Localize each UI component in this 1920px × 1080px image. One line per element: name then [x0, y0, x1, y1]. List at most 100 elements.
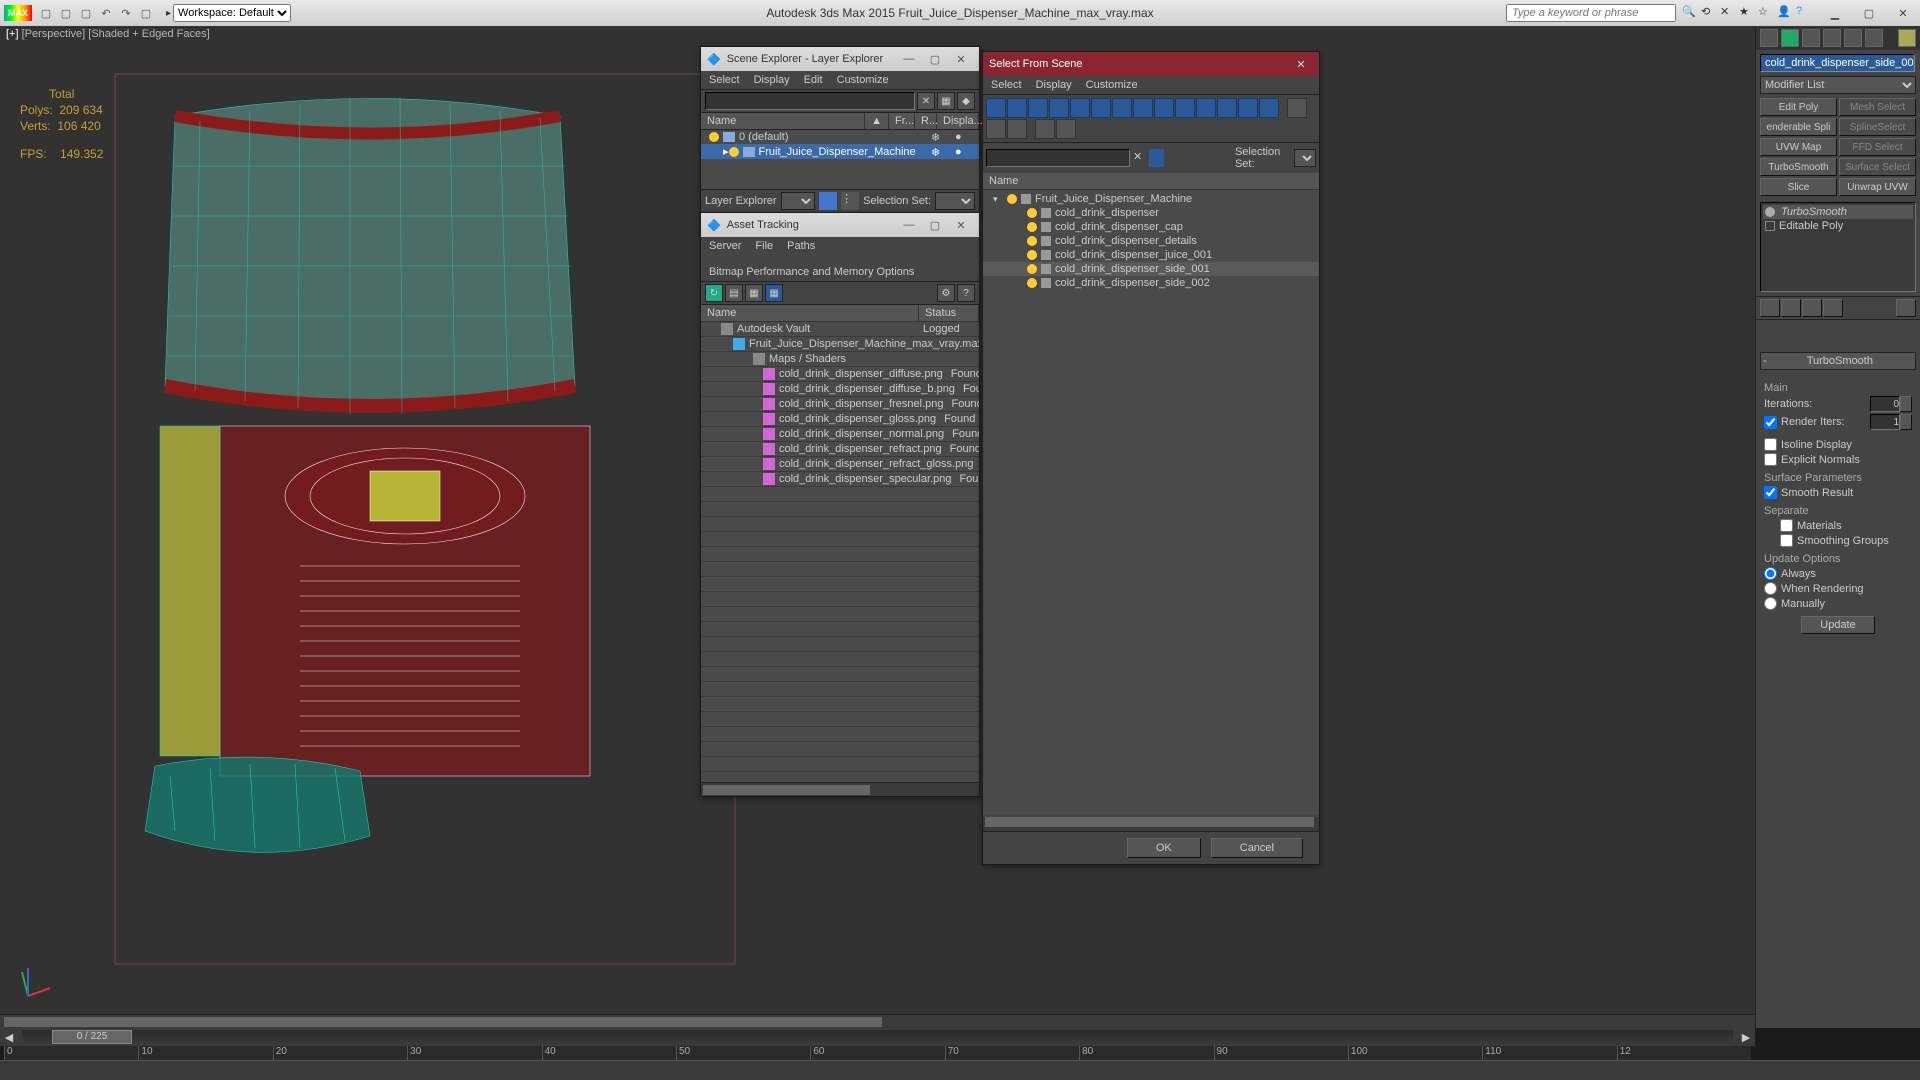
modifier-button[interactable]: enderable Spli — [1760, 118, 1837, 136]
sfs-view1-icon[interactable] — [1287, 98, 1307, 118]
sfs-filter-group-icon[interactable] — [1133, 98, 1153, 118]
iterations-input[interactable] — [1870, 396, 1900, 412]
sfs-filter-shape-icon[interactable] — [1028, 98, 1048, 118]
sfs-menu-customize[interactable]: Customize — [1086, 79, 1138, 91]
se-clear-icon[interactable]: ✕ — [917, 92, 935, 110]
cancel-button[interactable]: Cancel — [1211, 838, 1303, 858]
show-result-icon[interactable] — [1781, 299, 1801, 317]
modifier-button[interactable]: Mesh Select — [1839, 98, 1916, 116]
at-close-button[interactable]: ✕ — [949, 219, 973, 232]
at-hscroll[interactable] — [701, 782, 979, 796]
tab-display-icon[interactable] — [1844, 29, 1862, 47]
se-col-display[interactable]: Displa... — [937, 113, 979, 129]
at-row[interactable]: cold_drink_dispenser_fresnel.pngFound — [701, 397, 979, 412]
at-row[interactable]: Fruit_Juice_Dispenser_Machine_max_vray.m… — [701, 337, 979, 352]
remove-mod-icon[interactable] — [1823, 299, 1843, 317]
minimize-button[interactable]: ▁ — [1818, 0, 1852, 26]
at-refresh-icon[interactable]: ↻ — [705, 284, 723, 302]
sfs-tree[interactable]: ▾Fruit_Juice_Dispenser_Machinecold_drink… — [983, 190, 1319, 815]
sfs-menu-select[interactable]: Select — [991, 79, 1022, 91]
render-icon[interactable]: ● — [955, 146, 967, 158]
sfs-search-input[interactable] — [986, 149, 1130, 167]
maximize-button[interactable]: ▢ — [1852, 0, 1886, 26]
at-menu-file[interactable]: File — [755, 240, 773, 252]
make-unique-icon[interactable] — [1802, 299, 1822, 317]
at-body[interactable]: Autodesk VaultLoggedFruit_Juice_Dispense… — [701, 322, 979, 782]
render-iters-input[interactable] — [1870, 414, 1900, 430]
when-rendering-radio[interactable] — [1764, 582, 1777, 595]
modifier-button[interactable]: Unwrap UVW — [1839, 178, 1916, 196]
se-add-icon[interactable]: ⋮ — [841, 192, 859, 210]
tab-create-icon[interactable] — [1760, 29, 1778, 47]
at-row[interactable]: cold_drink_dispenser_gloss.pngFound — [701, 412, 979, 427]
sfs-layer-icon[interactable] — [1191, 149, 1206, 167]
sfs-filter-xref-icon[interactable] — [1154, 98, 1174, 118]
se-explorer-dropdown[interactable] — [781, 192, 816, 210]
signin-icon[interactable]: 👤 — [1777, 5, 1793, 21]
time-prev-icon[interactable]: ◀ — [0, 1031, 18, 1044]
se-layer-icon[interactable] — [819, 192, 837, 210]
visibility-icon[interactable] — [709, 132, 719, 142]
sfs-filter-frozen-icon[interactable] — [1217, 98, 1237, 118]
tab-pin-icon[interactable] — [1898, 29, 1916, 47]
sfs-sel2-icon[interactable] — [1167, 149, 1182, 167]
visibility-icon[interactable] — [1027, 264, 1037, 274]
smoothing-groups-check[interactable] — [1780, 534, 1793, 547]
at-view3-icon[interactable]: ▦ — [765, 284, 783, 302]
se-menu-select[interactable]: Select — [709, 74, 740, 86]
sfs-filter-geo-icon[interactable] — [1007, 98, 1027, 118]
modifier-button[interactable]: TurboSmooth — [1760, 158, 1837, 176]
scene-explorer-window[interactable]: 🔷 Scene Explorer - Layer Explorer —▢✕ Se… — [700, 46, 980, 213]
search-go-icon[interactable]: 🔍 — [1682, 5, 1698, 21]
sfs-menu-display[interactable]: Display — [1036, 79, 1072, 91]
stack-turbosmooth[interactable]: TurboSmooth — [1763, 205, 1913, 219]
se-close-button[interactable]: ✕ — [949, 53, 973, 66]
sfs-node[interactable]: cold_drink_dispenser_side_002 — [983, 276, 1319, 290]
se-menu-customize[interactable]: Customize — [837, 74, 889, 86]
object-name-field[interactable]: cold_drink_dispenser_side_00 — [1760, 54, 1915, 72]
select-from-scene-window[interactable]: Select From Scene ✕ Select Display Custo… — [982, 51, 1320, 865]
close-button[interactable]: ✕ — [1886, 0, 1920, 26]
time-slider-thumb[interactable]: 0 / 225 — [52, 1030, 132, 1044]
modifier-button[interactable]: FFD Select — [1839, 138, 1916, 156]
modifier-stack[interactable]: TurboSmooth Editable Poly — [1760, 202, 1916, 292]
se-row[interactable]: ▸Fruit_Juice_Dispenser_Machine❄● — [701, 144, 979, 159]
se-menu-display[interactable]: Display — [754, 74, 790, 86]
sfs-add-icon[interactable] — [1209, 149, 1224, 167]
sfs-selset-dropdown[interactable] — [1294, 149, 1316, 167]
freeze-icon[interactable]: ❄ — [931, 131, 943, 143]
at-row[interactable]: cold_drink_dispenser_refract_gloss.pngFo… — [701, 457, 979, 472]
at-menu-paths[interactable]: Paths — [787, 240, 815, 252]
save-icon[interactable]: ▢ — [77, 4, 95, 22]
help-icon[interactable]: ? — [1796, 5, 1812, 21]
se-lock-icon[interactable]: ◆ — [957, 92, 975, 110]
se-column-headers[interactable]: Name ▲ Fr... R... Displa... — [701, 113, 979, 130]
sfs-filter-extra-icon[interactable] — [1259, 98, 1279, 118]
sfs-sel1-icon[interactable] — [1149, 149, 1164, 167]
visibility-icon[interactable] — [1027, 208, 1037, 218]
always-radio[interactable] — [1764, 567, 1777, 580]
favorite-icon[interactable]: ☆ — [1758, 5, 1774, 21]
star-icon[interactable]: ★ — [1739, 5, 1755, 21]
smooth-result-check[interactable] — [1764, 486, 1777, 499]
at-view1-icon[interactable]: ▤ — [725, 284, 743, 302]
search-input[interactable] — [1506, 4, 1676, 22]
time-next-icon[interactable]: ▶ — [1737, 1031, 1755, 1044]
tab-hierarchy-icon[interactable] — [1802, 29, 1820, 47]
rollout-turbosmooth[interactable]: -TurboSmooth — [1760, 352, 1916, 370]
sfs-node[interactable]: cold_drink_dispenser_cap — [983, 220, 1319, 234]
visibility-icon[interactable] — [729, 147, 739, 157]
sfs-filter-helper-icon[interactable] — [1091, 98, 1111, 118]
modifier-button[interactable]: SplineSelect — [1839, 118, 1916, 136]
at-maximize-button[interactable]: ▢ — [923, 219, 947, 232]
at-titlebar[interactable]: 🔷 Asset Tracking —▢✕ — [701, 213, 979, 237]
modifier-list-dropdown[interactable]: Modifier List — [1760, 76, 1916, 94]
time-ruler[interactable]: 010203040506070809010011012 — [4, 1046, 1751, 1060]
iterations-spinner[interactable] — [1900, 396, 1912, 412]
materials-check[interactable] — [1780, 519, 1793, 532]
configure-icon[interactable] — [1896, 299, 1916, 317]
sfs-clear-icon[interactable]: ✕ — [1133, 150, 1146, 166]
visibility-icon[interactable] — [1027, 222, 1037, 232]
modifier-button[interactable]: Slice — [1760, 178, 1837, 196]
sfs-node[interactable]: cold_drink_dispenser_side_001 — [983, 262, 1319, 276]
